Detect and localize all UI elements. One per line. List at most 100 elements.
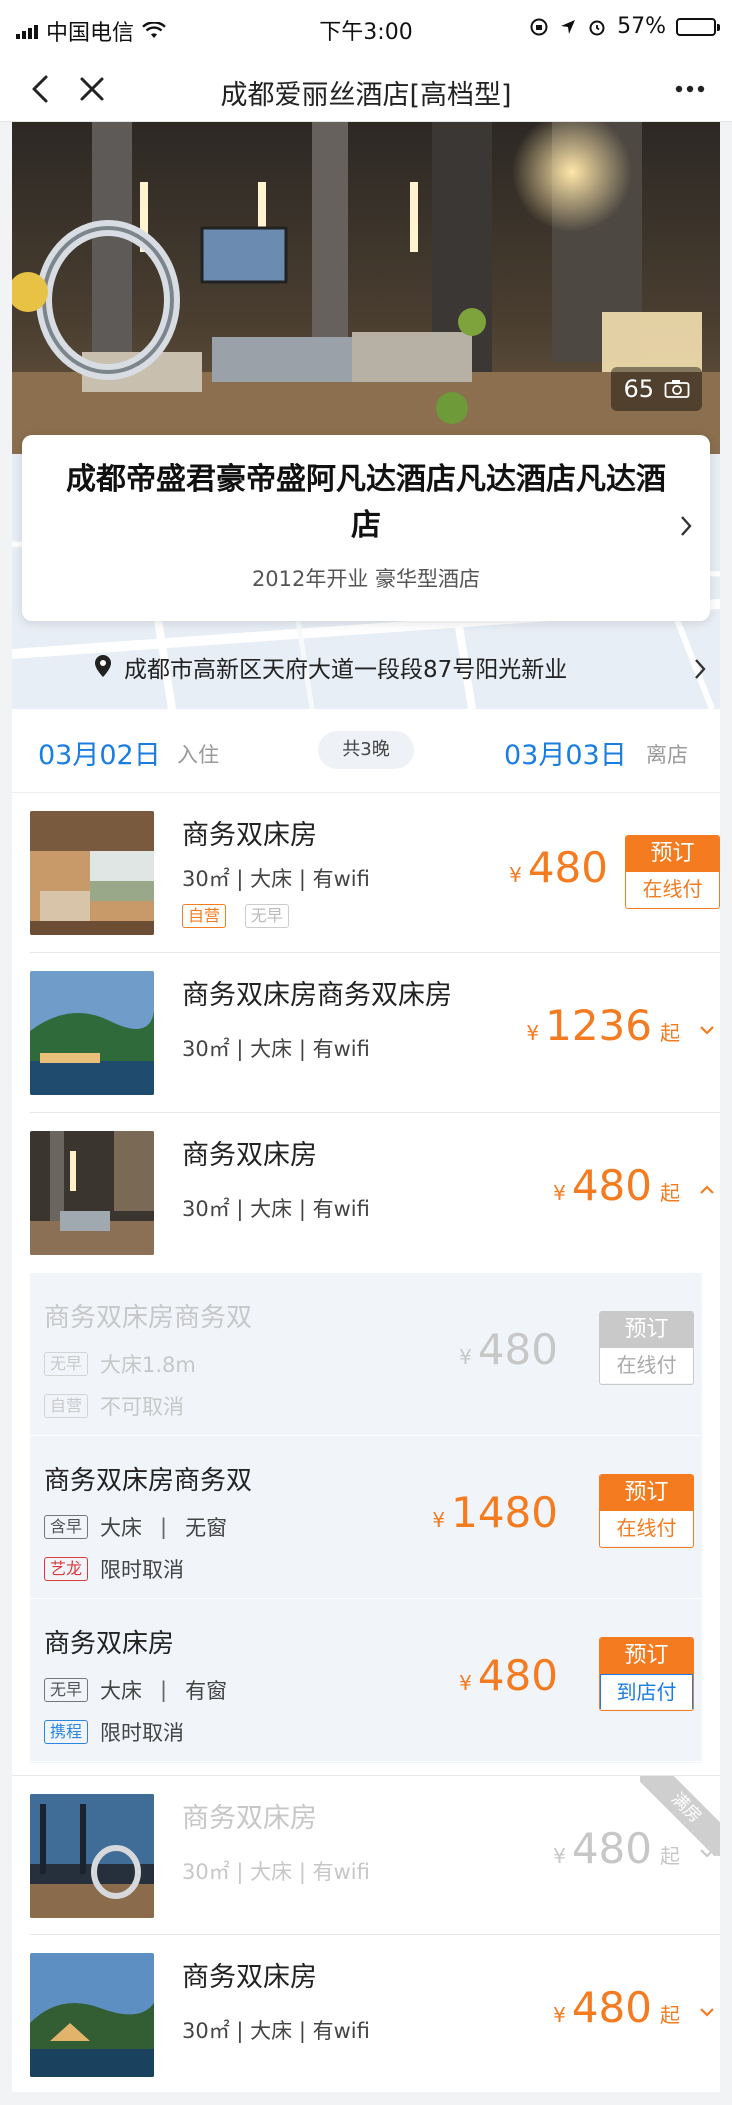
pay-method: 在线付 bbox=[626, 872, 719, 907]
room-photo bbox=[30, 1953, 154, 2077]
plan-row: 无早 大床1.8m bbox=[44, 1349, 196, 1379]
tag-source-ctrip: 携程 bbox=[44, 1720, 89, 1744]
plan-name: 商务双床房商务双 bbox=[44, 1303, 253, 1333]
currency-symbol: ¥ bbox=[553, 1181, 566, 1205]
room-name: 商务双床房 bbox=[182, 1140, 317, 1171]
bed-detail: 大床 bbox=[100, 1516, 143, 1540]
chevron-right-icon bbox=[681, 516, 692, 536]
back-icon[interactable] bbox=[22, 69, 62, 109]
window-detail: 有窗 bbox=[185, 1679, 228, 1703]
room-meta: 30㎡ | 大床 | 有wifi bbox=[182, 1197, 370, 1221]
room-price: ¥480 起 bbox=[553, 1983, 680, 2032]
book-button-disabled: 预订 在线付 bbox=[599, 1311, 694, 1385]
book-button[interactable]: 预订 在线付 bbox=[599, 1474, 694, 1548]
price-suffix: 起 bbox=[660, 1181, 680, 1205]
nights-badge: 共3晚 bbox=[318, 731, 414, 769]
book-label: 预订 bbox=[626, 836, 719, 872]
hotel-photo[interactable]: 65 bbox=[12, 122, 720, 454]
bed-detail: 大床 bbox=[100, 1679, 143, 1703]
cancel-policy: 限时取消 bbox=[100, 1721, 185, 1745]
price-value: 480 bbox=[527, 843, 608, 892]
pay-method: 到店付 bbox=[600, 1674, 693, 1709]
rate-plan[interactable]: 商务双床房商务双 含早 大床 | 无窗 艺龙 限时取消 ¥1480 预订 在线付 bbox=[30, 1436, 702, 1599]
book-label: 预订 bbox=[600, 1638, 693, 1674]
chevron-right-icon[interactable] bbox=[692, 656, 708, 682]
checkin-date[interactable]: 03月02日 bbox=[38, 733, 161, 772]
room-item[interactable]: 商务双床房 30㎡ | 大床 | 有wifi ¥480 起 bbox=[12, 1935, 720, 2095]
cancel-policy: 不可取消 bbox=[100, 1395, 185, 1419]
sold-out-label: 满房 bbox=[640, 1776, 720, 1856]
photo-count: 65 bbox=[623, 375, 654, 403]
plan-price: ¥480 bbox=[459, 1325, 558, 1374]
room-price: ¥480 起 bbox=[553, 1161, 680, 1210]
separator: | bbox=[160, 1515, 168, 1539]
battery-percent: 57% bbox=[617, 14, 666, 39]
location-pin-icon bbox=[95, 655, 111, 677]
separator: | bbox=[160, 1678, 168, 1702]
price-value: 480 bbox=[571, 1161, 652, 1210]
plan-row: 无早 大床 | 有窗 bbox=[44, 1675, 227, 1705]
room-item[interactable]: 商务双床房商务双床房 30㎡ | 大床 | 有wifi ¥1236 起 bbox=[12, 953, 720, 1113]
tag-source: 自营 bbox=[44, 1394, 89, 1418]
price-value: 480 bbox=[477, 1651, 558, 1700]
plan-row: 艺龙 限时取消 bbox=[44, 1554, 184, 1584]
address-text: 成都市高新区天府大道一段段87号阳光新业 bbox=[124, 657, 568, 683]
room-item[interactable]: 商务双床房 30㎡ | 大床 | 有wifi 自营 无早 ¥480 预订 在线付 bbox=[12, 793, 720, 953]
checkout-date[interactable]: 03月03日 bbox=[504, 733, 627, 772]
location-arrow-icon bbox=[561, 19, 576, 34]
pay-method: 在线付 bbox=[600, 1511, 693, 1546]
plan-price: ¥1480 bbox=[432, 1488, 558, 1537]
currency-symbol: ¥ bbox=[526, 1021, 540, 1045]
room-item-expanded[interactable]: 商务双床房 30㎡ | 大床 | 有wifi ¥480 起 bbox=[12, 1113, 720, 1273]
window-detail: 无窗 bbox=[185, 1516, 228, 1540]
room-photo bbox=[30, 971, 154, 1095]
battery-icon bbox=[676, 17, 720, 36]
status-right: 57% bbox=[529, 14, 720, 39]
hotel-detail-screen: 中国电信 下午3:00 57% 成都爱丽丝酒店[高档型] 65 成都帝盛君豪帝盛… bbox=[0, 0, 732, 2105]
tag-self-operated: 自营 bbox=[182, 904, 227, 928]
checkout-label: 离店 bbox=[646, 743, 688, 767]
room-meta: 30㎡ | 大床 | 有wifi bbox=[182, 867, 370, 891]
pay-method: 在线付 bbox=[600, 1348, 693, 1383]
room-item-sold-out[interactable]: 商务双床房 30㎡ | 大床 | 有wifi ¥480 起 满房 bbox=[12, 1775, 720, 1935]
hotel-address[interactable]: 成都市高新区天府大道一段段87号阳光新业 bbox=[124, 650, 567, 684]
sold-out-badge: 满房 bbox=[640, 1776, 720, 1856]
plan-name: 商务双床房 bbox=[44, 1629, 175, 1659]
plan-row: 携程 限时取消 bbox=[44, 1717, 184, 1747]
date-selector[interactable]: 03月02日 入住 共3晚 03月03日 离店 bbox=[12, 709, 720, 793]
currency-symbol: ¥ bbox=[553, 2003, 566, 2027]
more-icon[interactable] bbox=[670, 69, 710, 109]
currency-symbol: ¥ bbox=[432, 1508, 446, 1532]
page-title: 成都爱丽丝酒店[高档型] bbox=[220, 80, 512, 111]
currency-symbol: ¥ bbox=[509, 863, 522, 887]
room-tags: 自营 无早 bbox=[182, 902, 301, 928]
rate-plan-list: 商务双床房商务双 无早 大床1.8m 自营 不可取消 ¥480 预订 在线付 商… bbox=[30, 1273, 702, 1763]
room-photo bbox=[30, 811, 154, 935]
price-value: 480 bbox=[571, 1983, 652, 2032]
rate-plan[interactable]: 商务双床房 无早 大床 | 有窗 携程 限时取消 ¥480 预订 到店付 bbox=[30, 1599, 702, 1762]
tag-source-elong: 艺龙 bbox=[44, 1557, 89, 1581]
photo-count-badge[interactable]: 65 bbox=[611, 367, 702, 411]
chevron-down-icon[interactable] bbox=[698, 1023, 716, 1037]
chevron-down-icon[interactable] bbox=[698, 2005, 716, 2019]
book-label: 预订 bbox=[600, 1475, 693, 1511]
nav-bar: 成都爱丽丝酒店[高档型] bbox=[0, 56, 732, 122]
room-price: ¥1236 起 bbox=[526, 1001, 680, 1050]
bed-detail: 大床1.8m bbox=[100, 1353, 196, 1377]
currency-symbol: ¥ bbox=[459, 1345, 472, 1369]
close-icon[interactable] bbox=[72, 69, 112, 109]
tag-breakfast: 无早 bbox=[44, 1352, 89, 1376]
price-suffix: 起 bbox=[660, 1021, 680, 1045]
hotel-info-card[interactable]: 成都帝盛君豪帝盛阿凡达酒店凡达酒店凡达酒店 2012年开业 豪华型酒店 bbox=[22, 435, 710, 621]
checkin-label: 入住 bbox=[177, 743, 219, 767]
book-button[interactable]: 预订 到店付 bbox=[599, 1637, 694, 1711]
room-photo bbox=[30, 1131, 154, 1255]
room-meta: 30㎡ | 大床 | 有wifi bbox=[182, 1860, 370, 1884]
tag-breakfast: 含早 bbox=[44, 1515, 89, 1539]
tag-breakfast: 无早 bbox=[44, 1678, 89, 1702]
room-name: 商务双床房 bbox=[182, 820, 317, 851]
room-price: ¥480 bbox=[509, 843, 608, 892]
book-button[interactable]: 预订 在线付 bbox=[625, 835, 720, 909]
chevron-up-icon[interactable] bbox=[698, 1183, 716, 1197]
room-list: 商务双床房 30㎡ | 大床 | 有wifi 自营 无早 ¥480 预订 在线付… bbox=[12, 793, 720, 2092]
